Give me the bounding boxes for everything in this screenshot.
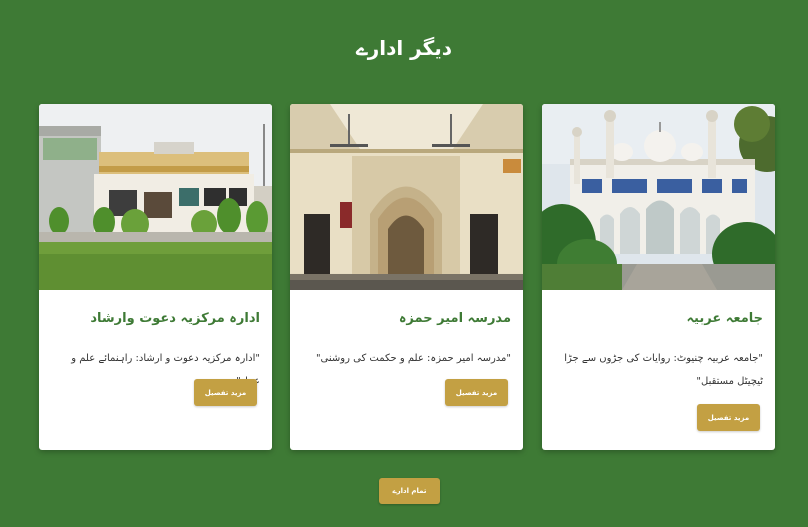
section-title: دیگر ادارے: [355, 36, 452, 60]
institution-photo[interactable]: [39, 104, 272, 290]
institution-card[interactable]: مدرسہ امیر حمزہ "مدرسہ امیر حمزہ: علم و …: [290, 104, 523, 450]
institution-card[interactable]: جامعہ عربیہ "جامعہ عربیہ چنیوٹ: روایات ک…: [542, 104, 775, 450]
card-title: جامعہ عربیہ: [686, 311, 763, 326]
institution-photo[interactable]: [290, 104, 523, 290]
view-all-institutions-button[interactable]: تمام ادارے: [379, 478, 440, 504]
card-title: مدرسہ امیر حمزہ: [398, 311, 511, 326]
institution-card[interactable]: ادارہ مرکزیہ دعوت وارشاد "ادارہ مرکزیہ د…: [39, 104, 272, 450]
card-description: "مدرسہ امیر حمزہ: علم و حکمت کی روشنی": [315, 353, 511, 364]
more-details-button[interactable]: مزید تفصیل: [445, 379, 508, 406]
card-description: "جامعہ عربیہ چنیوٹ: روایات کی جڑوں سے جڑ…: [564, 353, 763, 387]
more-details-button[interactable]: مزید تفصیل: [194, 379, 257, 406]
institution-photo[interactable]: [542, 104, 775, 290]
card-title: ادارہ مرکزیہ دعوت وارشاد: [90, 311, 260, 326]
more-details-button[interactable]: مزید تفصیل: [697, 404, 760, 431]
